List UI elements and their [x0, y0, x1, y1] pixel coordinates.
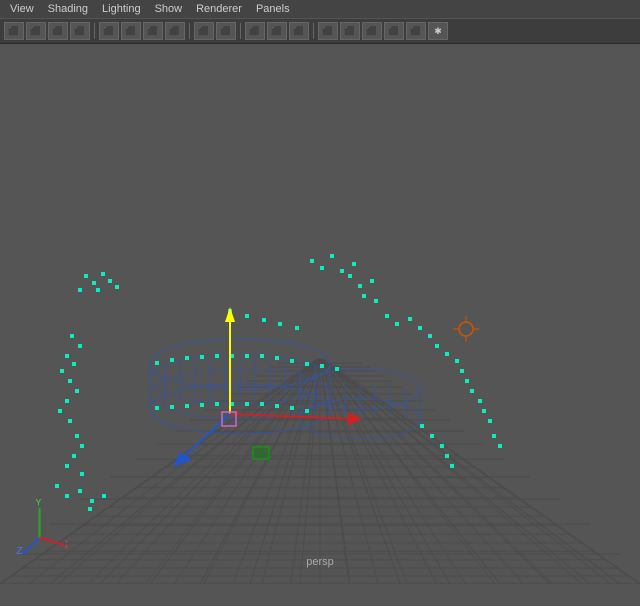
light-btn[interactable]: ⬛	[384, 22, 404, 40]
grid-btn[interactable]: ⬛	[99, 22, 119, 40]
menu-panels[interactable]: Panels	[250, 2, 296, 16]
ao-btn[interactable]: ⬛	[362, 22, 382, 40]
axis-widget: Z X Y	[12, 499, 67, 554]
xray-btn[interactable]: ⬛	[318, 22, 338, 40]
menu-view[interactable]: View	[4, 2, 40, 16]
svg-text:Z: Z	[16, 546, 22, 554]
menu-show[interactable]: Show	[149, 2, 189, 16]
shade-btn[interactable]: ⬛	[165, 22, 185, 40]
poly-btn[interactable]: ⬛	[245, 22, 265, 40]
toolbar: ⬛ ⬛ ⬛ ⬛ ⬛ ⬛ ⬛ ⬛ ⬛ ⬛ ⬛ ⬛ ⬛ ⬛ ⬛ ⬛ ⬛ ⬛ ✱	[0, 18, 640, 44]
svg-text:X: X	[65, 539, 67, 550]
iso-btn[interactable]: ⬛	[194, 22, 214, 40]
persp-label: persp	[306, 556, 334, 568]
move-btn[interactable]: ⬛	[26, 22, 46, 40]
svg-text:Y: Y	[35, 499, 42, 509]
subd-btn[interactable]: ⬛	[267, 22, 287, 40]
shadow-btn[interactable]: ⬛	[340, 22, 360, 40]
nurbs-btn[interactable]: ⬛	[289, 22, 309, 40]
sep2	[189, 23, 190, 39]
menu-lighting[interactable]: Lighting	[96, 2, 147, 16]
wire-btn[interactable]: ⬛	[143, 22, 163, 40]
persp-btn[interactable]: ⬛	[216, 22, 236, 40]
sep1	[94, 23, 95, 39]
menu-shading[interactable]: Shading	[42, 2, 94, 16]
render-btn[interactable]: ✱	[428, 22, 448, 40]
smooth-btn[interactable]: ⬛	[121, 22, 141, 40]
grid-canvas	[0, 44, 640, 584]
menu-renderer[interactable]: Renderer	[190, 2, 248, 16]
sep3	[240, 23, 241, 39]
sep4	[313, 23, 314, 39]
select-mode-btn[interactable]: ⬛	[4, 22, 24, 40]
lasso-btn[interactable]: ⬛	[48, 22, 68, 40]
menubar: View Shading Lighting Show Renderer Pane…	[0, 0, 640, 18]
paint-btn[interactable]: ⬛	[70, 22, 90, 40]
camera-btn[interactable]: ⬛	[406, 22, 426, 40]
viewport[interactable]: Z X Y persp	[0, 44, 640, 584]
